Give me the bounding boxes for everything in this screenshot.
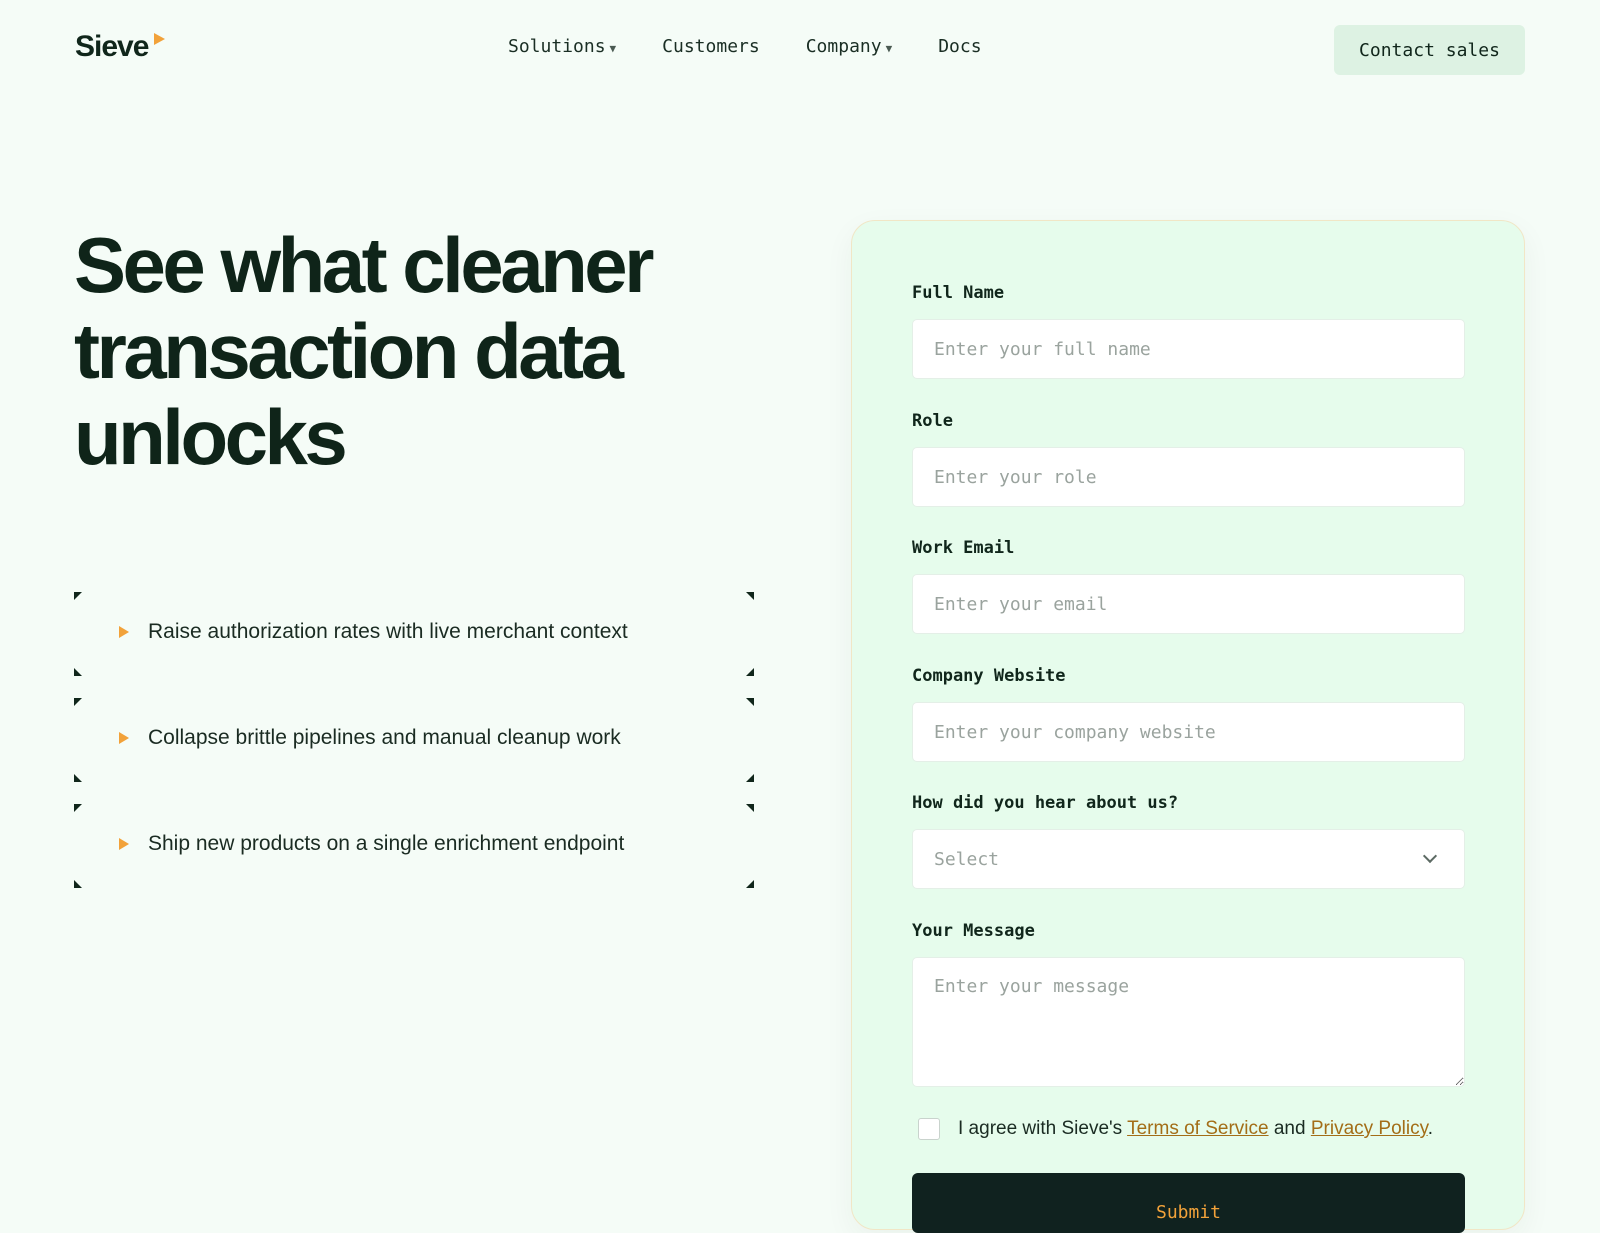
triangle-bullet-icon xyxy=(119,732,129,744)
agree-prefix: I agree with Sieve's xyxy=(958,1118,1128,1139)
terms-link[interactable]: Terms of Service xyxy=(1127,1118,1268,1139)
corner-bracket-icon xyxy=(74,592,82,600)
agree-text: I agree with Sieve's Terms of Service an… xyxy=(958,1118,1433,1140)
top-nav: Sieve Solutions ▼ Customers Company ▼ Do… xyxy=(0,0,1600,100)
agree-row: I agree with Sieve's Terms of Service an… xyxy=(918,1118,1433,1140)
chevron-down-icon xyxy=(1422,848,1438,864)
nav-links: Solutions ▼ Customers Company ▼ Docs xyxy=(508,36,1028,57)
role-label: Role xyxy=(912,411,953,431)
referral-field: How did you hear about us? Select xyxy=(912,793,1465,889)
full-name-input[interactable] xyxy=(912,319,1465,379)
company-website-input[interactable] xyxy=(912,702,1465,762)
feature-item: Raise authorization rates with live merc… xyxy=(74,592,754,676)
feature-item: Ship new products on a single enrichment… xyxy=(74,804,754,888)
logo[interactable]: Sieve xyxy=(75,30,166,64)
corner-bracket-icon xyxy=(746,804,754,812)
feature-text: Collapse brittle pipelines and manual cl… xyxy=(148,726,621,749)
message-field: Your Message xyxy=(912,921,1465,1092)
logo-wordmark: Sieve xyxy=(75,30,149,63)
agree-suffix: . xyxy=(1427,1118,1433,1139)
corner-bracket-icon xyxy=(74,698,82,706)
message-label: Your Message xyxy=(912,921,1035,941)
message-textarea[interactable] xyxy=(912,957,1465,1087)
corner-bracket-icon xyxy=(746,698,754,706)
corner-bracket-icon xyxy=(746,774,754,782)
nav-solutions-label: Solutions xyxy=(508,36,606,57)
nav-docs[interactable]: Docs xyxy=(938,36,981,57)
referral-label: How did you hear about us? xyxy=(912,793,1179,813)
caret-down-icon: ▼ xyxy=(885,41,893,55)
nav-solutions[interactable]: Solutions ▼ xyxy=(508,36,616,57)
feature-item: Collapse brittle pipelines and manual cl… xyxy=(74,698,754,782)
nav-company-label: Company xyxy=(805,36,882,57)
nav-docs-label: Docs xyxy=(938,36,982,57)
corner-bracket-icon xyxy=(746,592,754,600)
contact-form-card: Full Name Role Work Email Company Websit… xyxy=(851,220,1525,1233)
work-email-label: Work Email xyxy=(912,538,1015,558)
nav-customers-label: Customers xyxy=(662,36,760,57)
nav-customers[interactable]: Customers xyxy=(662,36,760,57)
triangle-bullet-icon xyxy=(119,626,129,638)
corner-bracket-icon xyxy=(746,668,754,676)
role-field: Role xyxy=(912,411,1465,507)
agree-middle: and xyxy=(1268,1118,1311,1139)
corner-bracket-icon xyxy=(74,880,82,888)
privacy-link[interactable]: Privacy Policy xyxy=(1311,1118,1428,1139)
full-name-label: Full Name xyxy=(912,283,1005,303)
role-input[interactable] xyxy=(912,447,1465,507)
submit-button[interactable]: Submit xyxy=(912,1173,1465,1233)
logo-triangle-icon xyxy=(154,33,166,45)
agree-checkbox[interactable] xyxy=(918,1118,940,1140)
feature-text: Raise authorization rates with live merc… xyxy=(148,620,628,643)
triangle-bullet-icon xyxy=(119,838,129,850)
work-email-input[interactable] xyxy=(912,574,1465,634)
hero-title: See what cleaner transaction data unlock… xyxy=(74,221,655,481)
corner-bracket-icon xyxy=(74,774,82,782)
referral-select-value: Select xyxy=(934,848,1000,870)
corner-bracket-icon xyxy=(74,668,82,676)
nav-company[interactable]: Company ▼ xyxy=(806,36,892,57)
company-website-field: Company Website xyxy=(912,666,1465,762)
feature-list: Raise authorization rates with live merc… xyxy=(74,592,754,910)
work-email-field: Work Email xyxy=(912,538,1465,634)
feature-text: Ship new products on a single enrichment… xyxy=(148,832,625,855)
corner-bracket-icon xyxy=(746,880,754,888)
full-name-field: Full Name xyxy=(912,283,1465,379)
referral-select[interactable]: Select xyxy=(912,829,1465,889)
company-website-label: Company Website xyxy=(912,666,1066,686)
corner-bracket-icon xyxy=(74,804,82,812)
contact-sales-button[interactable]: Contact sales xyxy=(1334,25,1525,75)
caret-down-icon: ▼ xyxy=(609,41,617,55)
